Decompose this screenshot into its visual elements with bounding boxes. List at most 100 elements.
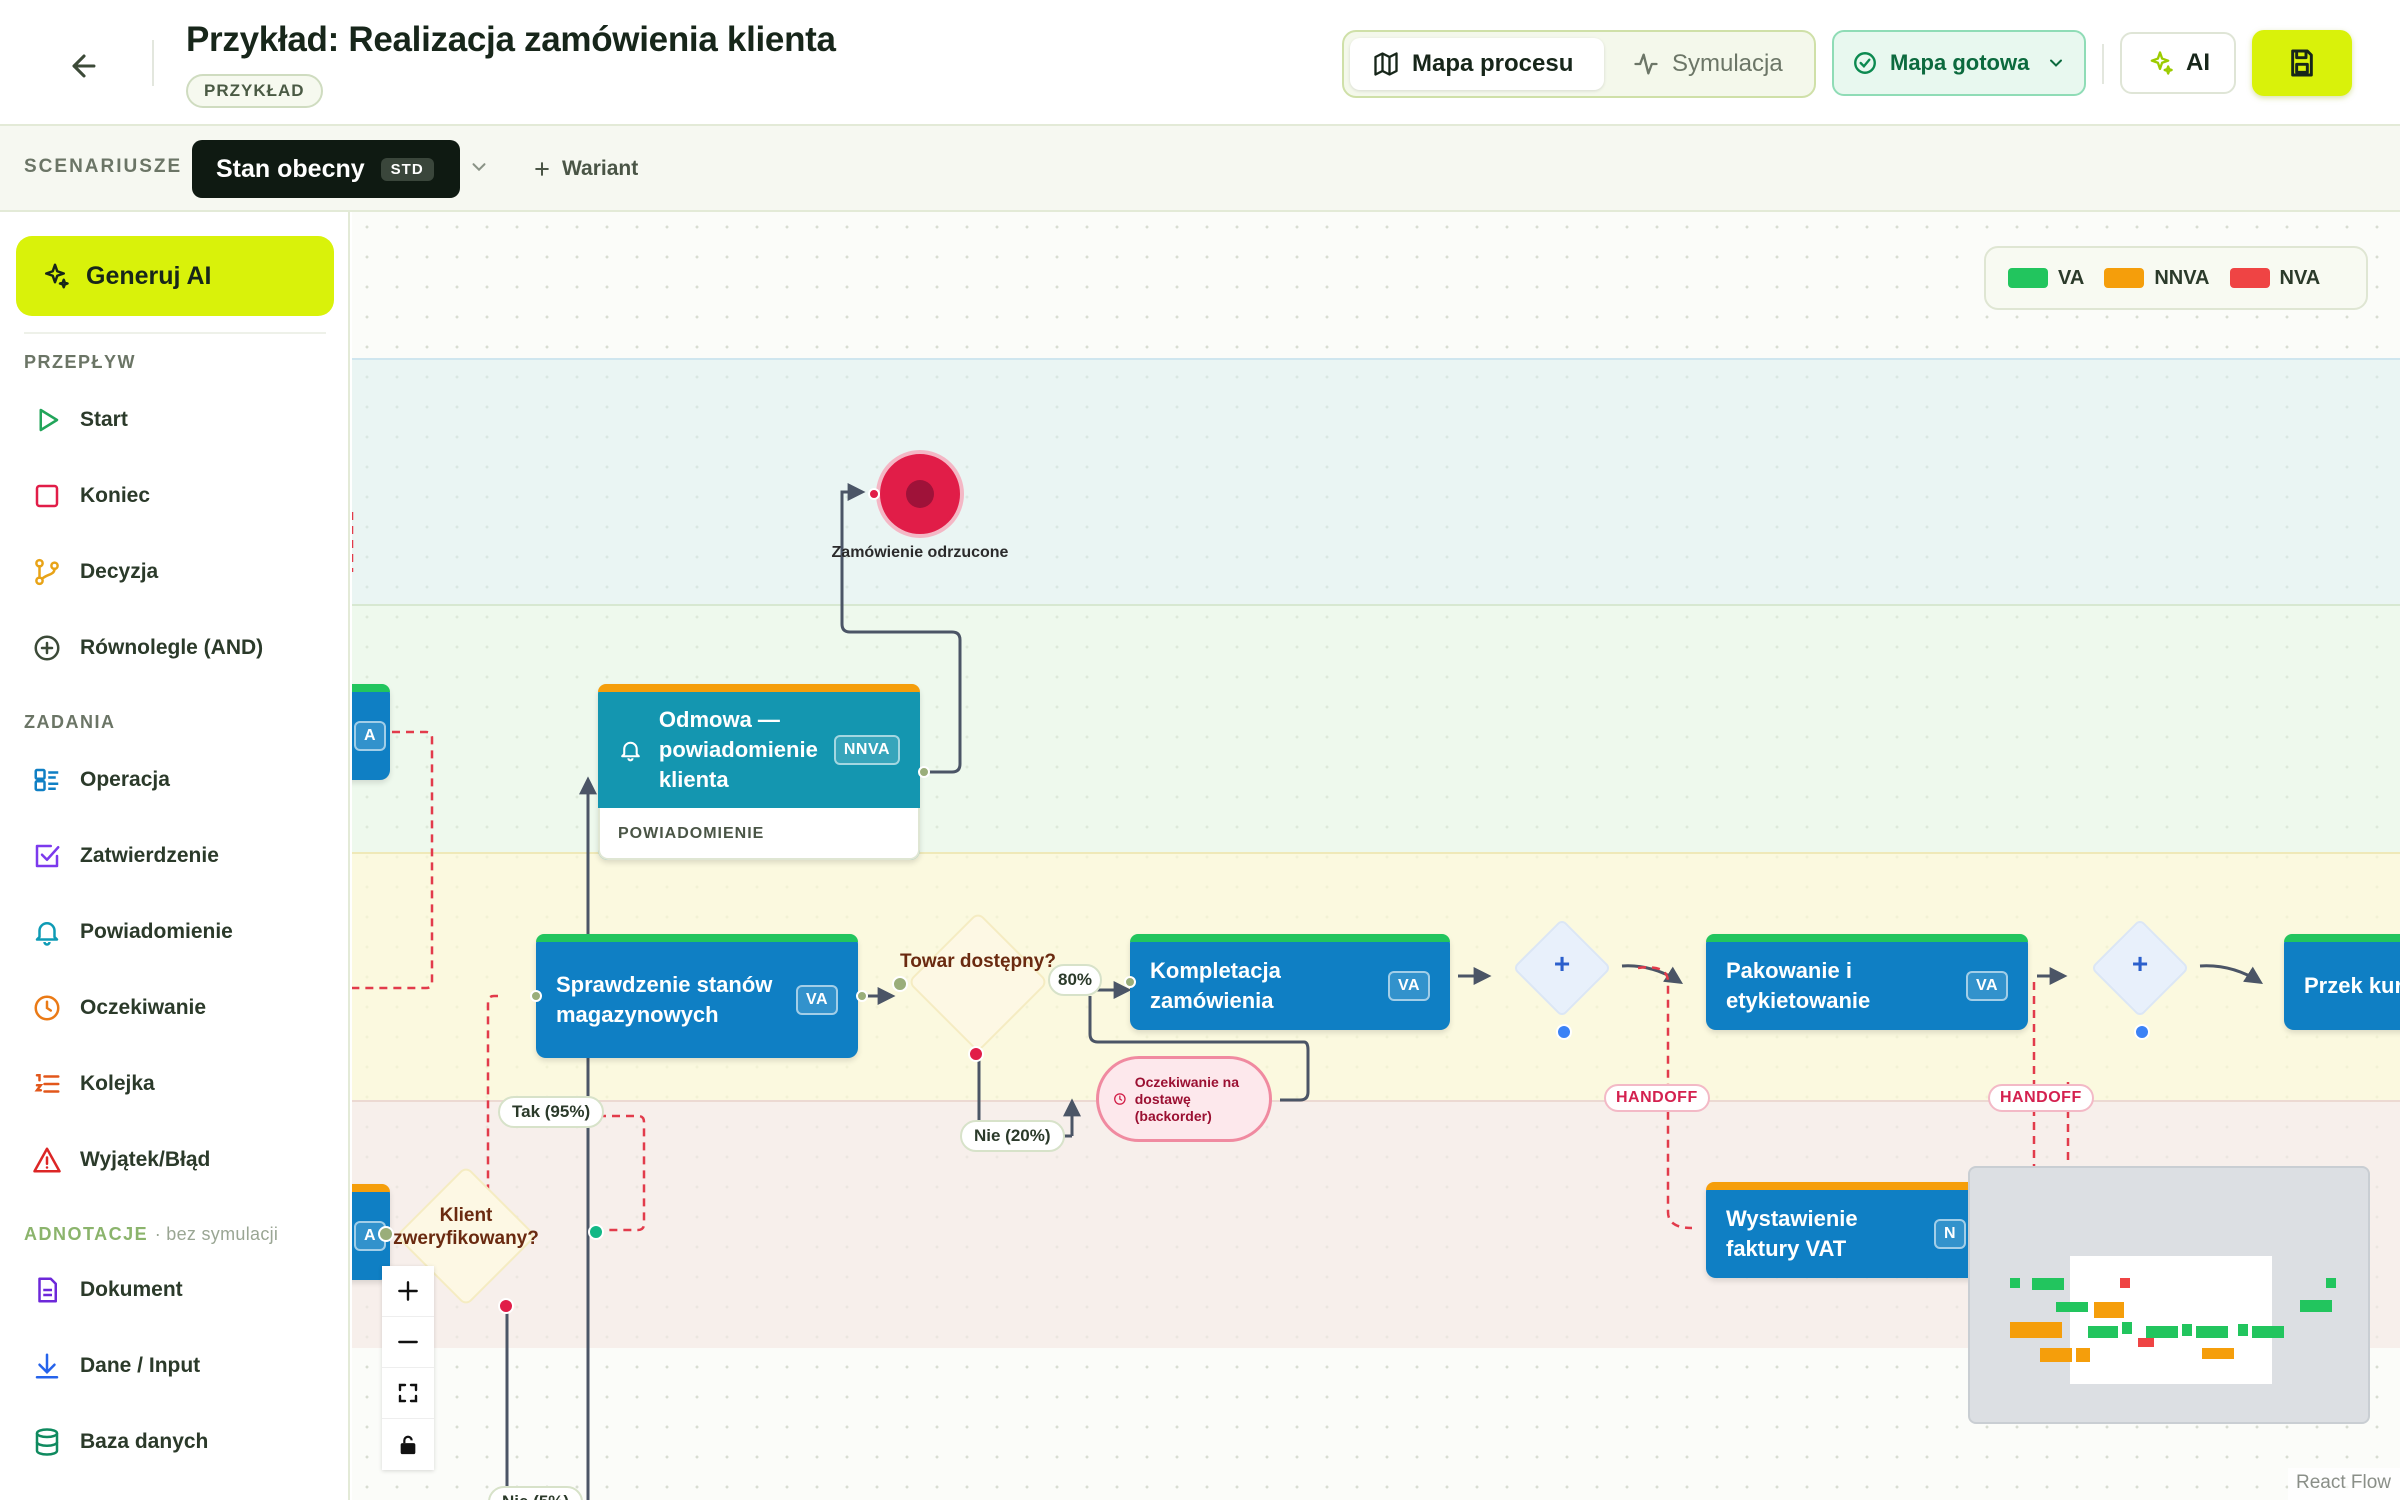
palette-item-wait[interactable]: Oczekiwanie bbox=[16, 980, 334, 1036]
minimap-node bbox=[2138, 1338, 2154, 1347]
zoom-in-button[interactable] bbox=[382, 1266, 434, 1317]
section-tasks-label: ZADANIA bbox=[24, 712, 116, 732]
task-node-packing[interactable]: Pakowanie i etykietowanie VA bbox=[1706, 934, 2028, 1030]
legend-swatch bbox=[2229, 268, 2270, 288]
sidebar-divider bbox=[24, 332, 326, 334]
activity-icon bbox=[1634, 53, 1658, 75]
plus-icon: + bbox=[2131, 948, 2149, 979]
connection-handle[interactable] bbox=[1556, 1024, 1572, 1040]
check-circle-icon bbox=[1854, 52, 1876, 74]
palette-item-label: Zatwierdzenie bbox=[80, 844, 219, 867]
bell-icon bbox=[35, 922, 59, 946]
generate-ai-label: Generuj AI bbox=[86, 261, 212, 290]
connection-handle[interactable] bbox=[2134, 1024, 2150, 1040]
generate-ai-button[interactable]: Generuj AI bbox=[16, 236, 334, 316]
palette-item-data-input[interactable]: Dane / Input bbox=[16, 1338, 334, 1394]
minimap-node bbox=[2010, 1322, 2062, 1338]
palette-item-operation[interactable]: Operacja bbox=[16, 752, 334, 808]
legend-item-nva: NVA bbox=[2229, 267, 2320, 290]
value-bar-va bbox=[536, 934, 858, 942]
value-bar-va bbox=[1130, 934, 1450, 942]
connection-handle[interactable] bbox=[498, 1298, 514, 1314]
palette-item-end[interactable]: Koniec bbox=[16, 468, 334, 524]
map-status-dropdown[interactable]: Mapa gotowa bbox=[1832, 30, 2086, 96]
alert-triangle-icon bbox=[33, 1147, 61, 1173]
task-node-partial[interactable]: A bbox=[352, 684, 390, 780]
palette-item-start[interactable]: Start bbox=[16, 392, 334, 448]
palette-item-notification[interactable]: Powiadomienie bbox=[16, 904, 334, 960]
palette-item-database[interactable]: Baza danych bbox=[16, 1414, 334, 1470]
value-bar-va bbox=[352, 684, 390, 692]
end-event-label: Zamówienie odrzucone bbox=[831, 544, 1009, 561]
palette-item-queue[interactable]: Kolejka bbox=[16, 1056, 334, 1112]
connection-handle[interactable] bbox=[918, 766, 930, 778]
save-icon bbox=[2291, 49, 2313, 77]
decision-node-in-stock[interactable]: Towar dostępny? bbox=[900, 911, 1056, 1053]
lock-button[interactable] bbox=[382, 1419, 434, 1470]
section-annotations-label: ADNOTACJE · bez symulacji bbox=[24, 1224, 278, 1245]
minimap[interactable] bbox=[1968, 1166, 2370, 1424]
clock-icon bbox=[34, 995, 60, 1021]
minimap-node bbox=[2196, 1326, 2228, 1338]
palette-item-label: Dane / Input bbox=[80, 1354, 201, 1377]
app-header: Przykład: Realizacja zamówienia klienta … bbox=[0, 0, 2400, 126]
decision-label: Towar dostępny? bbox=[900, 951, 1056, 972]
save-button[interactable] bbox=[2252, 30, 2352, 96]
task-node-stock-check[interactable]: Sprawdzenie stanów magazynowych VA bbox=[536, 934, 858, 1058]
palette-item-label: Koniec bbox=[80, 484, 151, 507]
connection-handle[interactable] bbox=[1124, 976, 1136, 988]
bell-icon bbox=[621, 741, 640, 762]
header-divider bbox=[152, 40, 154, 86]
end-event-node[interactable] bbox=[876, 450, 964, 538]
connection-handle[interactable] bbox=[892, 976, 908, 992]
wait-node-backorder[interactable]: Oczekiwanie na dostawę (backorder) bbox=[1096, 1056, 1272, 1142]
file-text-icon bbox=[38, 1277, 57, 1303]
node-type-footer: POWIADOMIENIE bbox=[598, 808, 920, 860]
task-node-courier[interactable]: Przek kurie bbox=[2284, 934, 2400, 1030]
git-branch-icon bbox=[35, 558, 59, 586]
minimap-node bbox=[2326, 1278, 2336, 1288]
palette-item-decision[interactable]: Decyzja bbox=[16, 544, 334, 600]
react-flow-attribution[interactable]: React Flow bbox=[2288, 1468, 2400, 1500]
palette-item-exception[interactable]: Wyjątek/Błąd bbox=[16, 1132, 334, 1188]
zoom-out-button[interactable] bbox=[382, 1317, 434, 1368]
palette-item-approval[interactable]: Zatwierdzenie bbox=[16, 828, 334, 884]
list-icon bbox=[34, 768, 59, 792]
map-icon bbox=[1374, 52, 1398, 76]
add-variant-button[interactable]: Wariant bbox=[532, 150, 638, 188]
mode-map-label: Mapa procesu bbox=[1412, 50, 1574, 77]
parallel-gateway[interactable]: + bbox=[1512, 918, 1612, 1018]
zoom-controls bbox=[382, 1266, 434, 1470]
scenario-current-tab[interactable]: Stan obecny STD bbox=[192, 140, 460, 198]
connection-handle[interactable] bbox=[588, 1224, 604, 1240]
connection-handle[interactable] bbox=[968, 1046, 984, 1062]
edge-label-80: 80% bbox=[1048, 964, 1103, 996]
minimap-node bbox=[2010, 1278, 2020, 1288]
connection-handle[interactable] bbox=[856, 990, 868, 1002]
process-canvas[interactable]: A A Zamówienie odrzucone Odmowa — powiad… bbox=[352, 212, 2400, 1500]
notification-node-refusal[interactable]: Odmowa — powiadomienie klienta NNVA POWI… bbox=[598, 684, 920, 860]
task-node-invoice[interactable]: Wystawienie faktury VAT N bbox=[1706, 1182, 1986, 1278]
mode-map-button[interactable]: Mapa procesu bbox=[1350, 38, 1604, 90]
connection-handle[interactable] bbox=[378, 1226, 394, 1242]
edge-label-no: Nie (20%) bbox=[960, 1120, 1065, 1152]
mode-simulation-button[interactable]: Symulacja bbox=[1610, 38, 1810, 90]
fit-view-button[interactable] bbox=[382, 1368, 434, 1419]
connection-handle[interactable] bbox=[530, 990, 542, 1002]
decision-label: Klient zweryfikowany? bbox=[393, 1205, 539, 1249]
scenario-bar: SCENARIUSZE Stan obecny STD Wariant bbox=[0, 126, 2400, 212]
palette-item-document[interactable]: Dokument bbox=[16, 1262, 334, 1318]
value-badge: A bbox=[354, 721, 387, 751]
handoff-badge: HANDOFF bbox=[1604, 1084, 1710, 1112]
scenario-dropdown-button[interactable] bbox=[468, 156, 490, 183]
square-icon bbox=[35, 484, 59, 508]
back-button[interactable] bbox=[60, 42, 108, 90]
map-status-label: Mapa gotowa bbox=[1890, 50, 2030, 75]
minimap-node bbox=[2238, 1324, 2248, 1336]
parallel-gateway[interactable]: + bbox=[2090, 918, 2190, 1018]
connection-handle[interactable] bbox=[868, 488, 880, 500]
minimap-node bbox=[2146, 1326, 2178, 1338]
task-node-picking[interactable]: Kompletacja zamówienia VA bbox=[1130, 934, 1450, 1030]
ai-button[interactable]: AI bbox=[2120, 32, 2236, 94]
palette-item-parallel[interactable]: Równolegle (AND) bbox=[16, 620, 334, 676]
